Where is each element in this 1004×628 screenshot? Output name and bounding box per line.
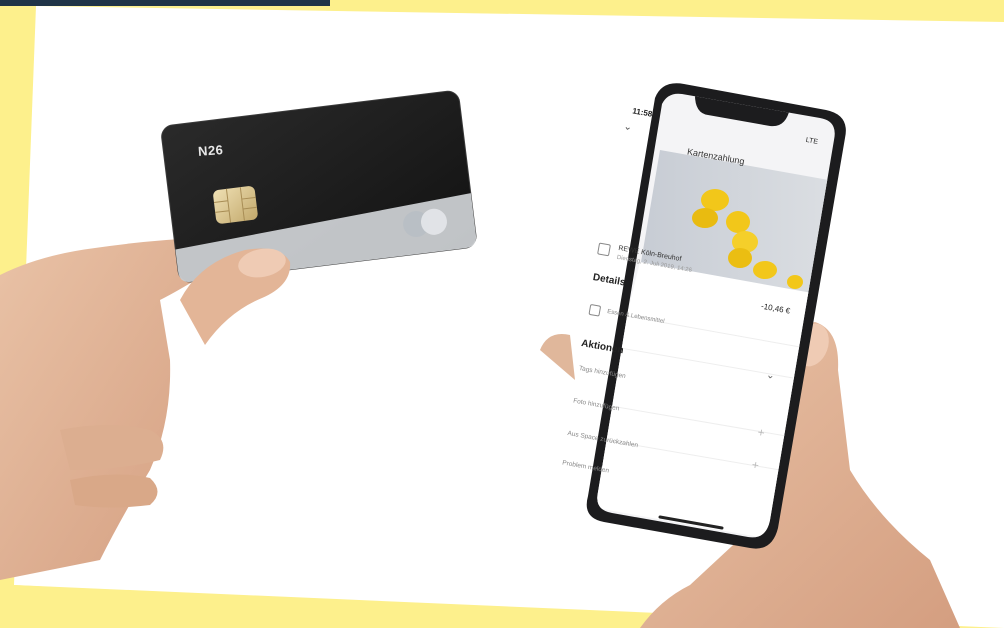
screen-title: Kartenzahlung [686, 146, 746, 167]
transaction-amount: -10,46 € [760, 301, 791, 316]
card-chip-icon [213, 186, 258, 224]
action-report-problem[interactable]: Problem melden [562, 459, 610, 474]
action-pay-from-space[interactable]: Aus Space zurückzahlen [567, 430, 639, 449]
details-heading: Details [592, 272, 627, 289]
status-time: 11:58 [631, 106, 654, 119]
card-brand-logo: N26 [197, 142, 224, 159]
action-add-tags[interactable]: Tags hinzufügen [578, 365, 626, 380]
category-icon [588, 303, 602, 317]
actions-heading: Aktionen [580, 338, 625, 357]
plus-icon[interactable]: + [756, 425, 765, 440]
chevron-down-icon[interactable]: ⌄ [623, 121, 633, 133]
photo-stage: N26 11:58 LTE ⌄ Kartenzahlung REWE Köln-… [0, 0, 1004, 628]
plus-icon[interactable]: + [751, 457, 760, 472]
transaction-category[interactable]: Essen & Lebensmittel [607, 309, 665, 325]
chevron-down-icon[interactable]: ⌄ [765, 370, 775, 382]
action-add-photo[interactable]: Foto hinzufügen [573, 397, 620, 412]
status-network: LTE [805, 136, 819, 146]
shopping-bag-icon [597, 242, 611, 257]
photo-scene [0, 6, 1004, 628]
